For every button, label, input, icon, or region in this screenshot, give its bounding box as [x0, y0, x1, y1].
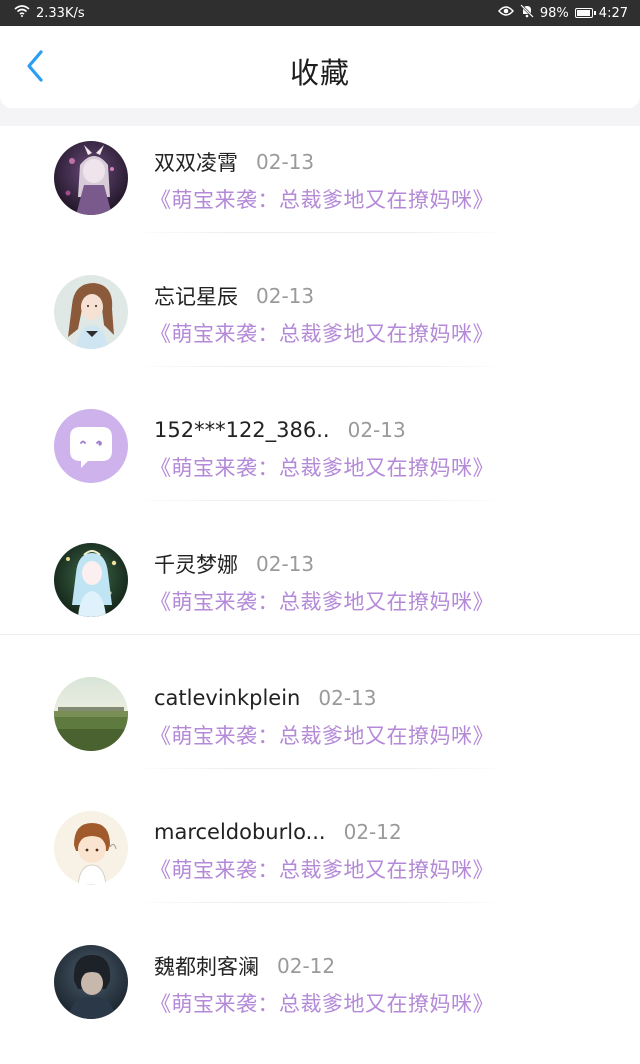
item-header: marceldoburlo... 02-12: [154, 816, 402, 848]
book-title-link[interactable]: 《萌宝来袭：总裁爹地又在撩妈咪》: [150, 586, 494, 616]
header-area: 收藏: [0, 26, 640, 126]
book-title-link[interactable]: 《萌宝来袭：总裁爹地又在撩妈咪》: [150, 720, 494, 750]
page-title: 收藏: [289, 56, 350, 90]
item-header: 忘记星辰 02-13: [154, 280, 314, 312]
favorites-list: 双双凌霄 02-13 《萌宝来袭：总裁爹地又在撩妈咪》 忘记星辰 02-13 《…: [0, 126, 640, 1024]
divider: [0, 634, 640, 635]
divider: [130, 366, 510, 367]
item-date: 02-13: [318, 686, 377, 710]
avatar[interactable]: [54, 811, 128, 885]
status-left: 2.33K/s: [14, 0, 85, 26]
item-date: 02-13: [256, 552, 315, 576]
item-header: 152***122_386.. 02-13: [154, 414, 406, 446]
bell-muted-icon: [520, 4, 534, 22]
clock: 4:27: [598, 5, 628, 21]
item-header: 魏都刺客澜 02-12: [154, 950, 335, 982]
user-name: 152***122_386..: [154, 418, 330, 442]
item-date: 02-13: [256, 150, 315, 174]
avatar[interactable]: [54, 543, 128, 617]
net-speed: 2.33K/s: [36, 5, 85, 21]
avatar[interactable]: [54, 677, 128, 751]
list-item[interactable]: 双双凌霄 02-13 《萌宝来袭：总裁爹地又在撩妈咪》: [0, 126, 640, 260]
book-title-link[interactable]: 《萌宝来袭：总裁爹地又在撩妈咪》: [150, 184, 494, 214]
item-date: 02-13: [347, 418, 406, 442]
avatar[interactable]: [54, 945, 128, 1019]
user-name: 魏都刺客澜: [154, 955, 259, 979]
avatar[interactable]: [54, 275, 128, 349]
item-date: 02-13: [256, 284, 315, 308]
list-item[interactable]: marceldoburlo... 02-12 《萌宝来袭：总裁爹地又在撩妈咪》: [0, 796, 640, 930]
item-header: 千灵梦娜 02-13: [154, 548, 314, 580]
book-title-link[interactable]: 《萌宝来袭：总裁爹地又在撩妈咪》: [150, 318, 494, 348]
wifi-icon: [14, 5, 30, 21]
user-name: marceldoburlo...: [154, 820, 326, 844]
book-title-link[interactable]: 《萌宝来袭：总裁爹地又在撩妈咪》: [150, 988, 494, 1018]
user-name: 双双凌霄: [154, 151, 238, 175]
status-right: 98% 4:27: [497, 0, 628, 26]
divider: [130, 232, 510, 233]
item-date: 02-12: [277, 954, 336, 978]
eye-icon: [497, 5, 514, 21]
list-item[interactable]: 魏都刺客澜 02-12 《萌宝来袭：总裁爹地又在撩妈咪》: [0, 930, 640, 1064]
book-title-link[interactable]: 《萌宝来袭：总裁爹地又在撩妈咪》: [150, 452, 494, 482]
divider: [130, 500, 510, 501]
header: 收藏: [0, 26, 640, 108]
item-header: catlevinkplein 02-13: [154, 682, 377, 714]
default-chat-avatar-icon[interactable]: [54, 409, 128, 483]
battery-icon: [574, 8, 596, 18]
book-title-link[interactable]: 《萌宝来袭：总裁爹地又在撩妈咪》: [150, 854, 494, 884]
battery-percent: 98%: [539, 5, 569, 21]
divider: [130, 902, 510, 903]
list-item[interactable]: 忘记星辰 02-13 《萌宝来袭：总裁爹地又在撩妈咪》: [0, 260, 640, 394]
divider: [130, 768, 510, 769]
avatar[interactable]: [54, 141, 128, 215]
battery-level: [576, 10, 590, 16]
status-bar: 2.33K/s 98% 4:27: [0, 0, 640, 26]
user-name: catlevinkplein: [154, 686, 301, 710]
list-item[interactable]: 152***122_386.. 02-13 《萌宝来袭：总裁爹地又在撩妈咪》: [0, 394, 640, 528]
user-name: 千灵梦娜: [154, 553, 238, 577]
item-header: 双双凌霄 02-13: [154, 146, 314, 178]
list-item[interactable]: catlevinkplein 02-13 《萌宝来袭：总裁爹地又在撩妈咪》: [0, 662, 640, 796]
item-date: 02-12: [343, 820, 402, 844]
user-name: 忘记星辰: [154, 285, 238, 309]
list-item[interactable]: 千灵梦娜 02-13 《萌宝来袭：总裁爹地又在撩妈咪》: [0, 528, 640, 662]
